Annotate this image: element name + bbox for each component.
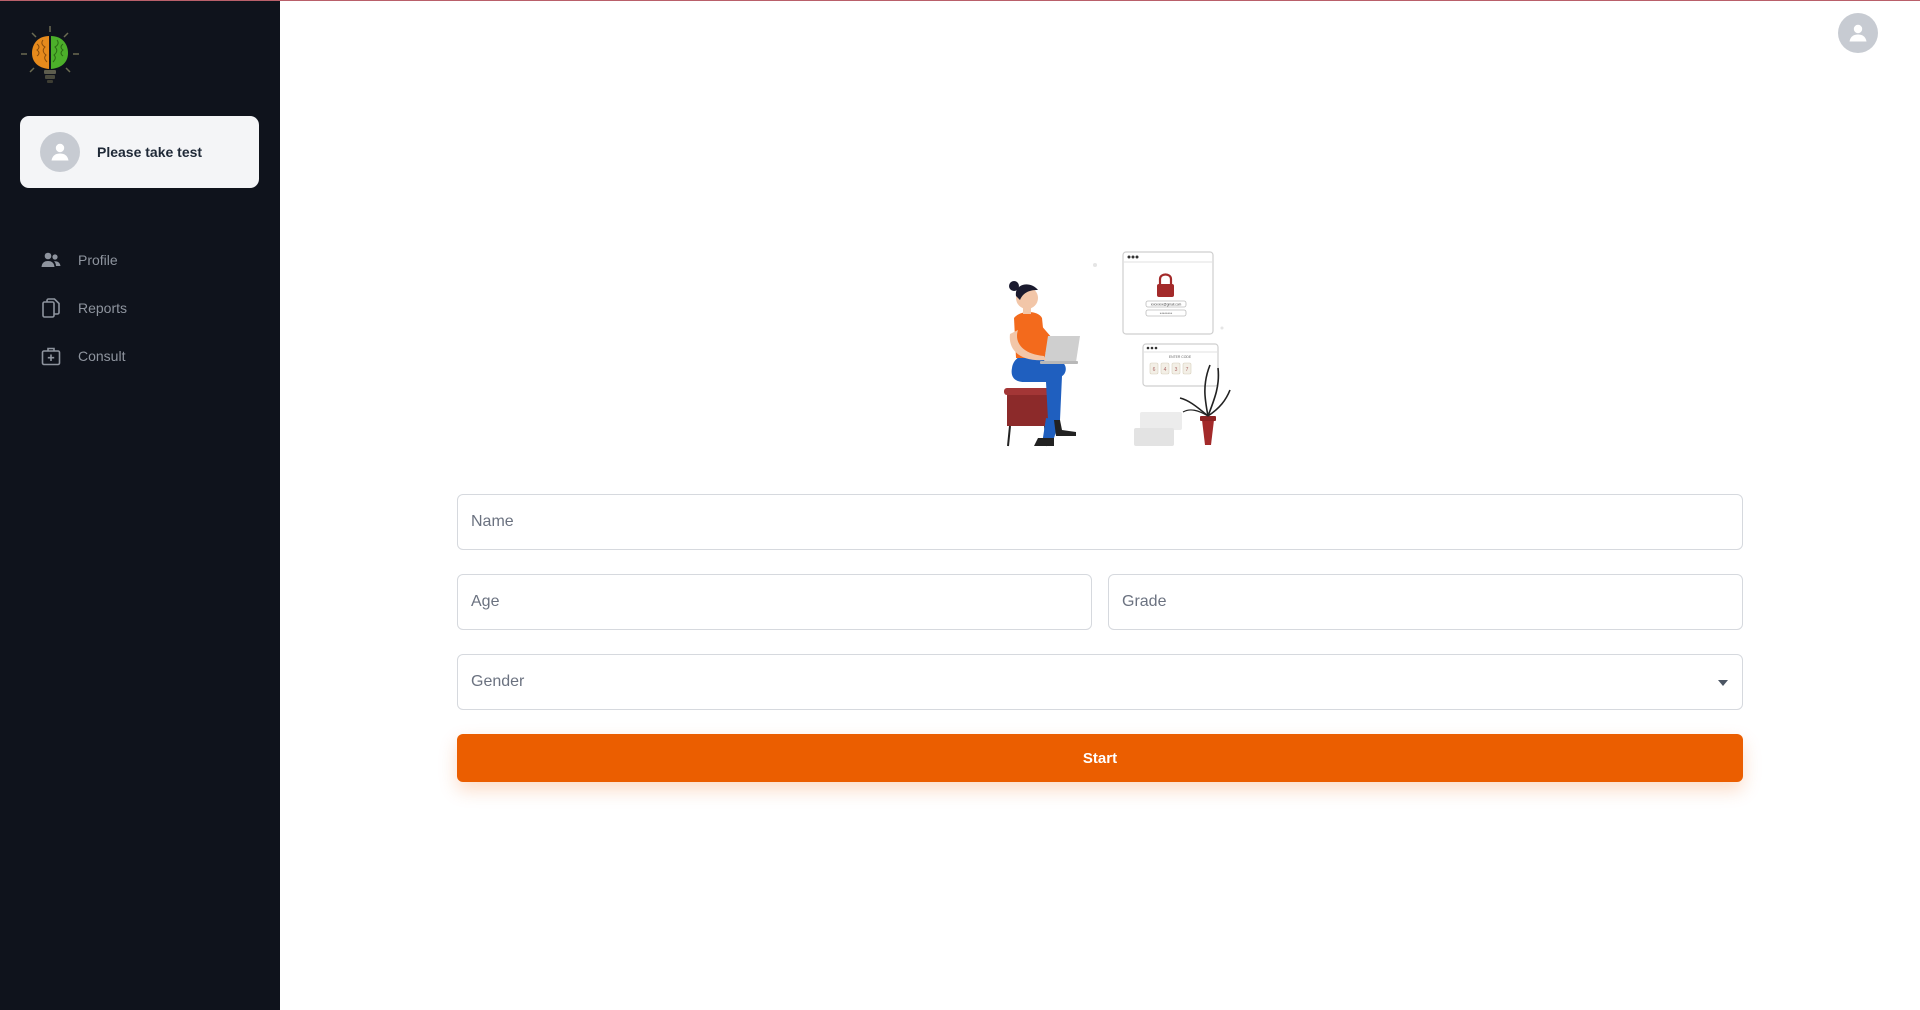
gender-select[interactable]: Gender (457, 654, 1743, 710)
illustration-code-digit: 6 (1153, 367, 1156, 373)
name-field[interactable] (457, 494, 1743, 550)
main-content: xxxxxxxx@gmail.com ******** ENTER CODE 6… (280, 0, 1920, 1010)
account-avatar-button[interactable] (1838, 13, 1878, 53)
sidebar-item-consult[interactable]: Consult (40, 332, 127, 380)
sidebar-item-label: Reports (78, 300, 128, 316)
user-avatar-icon (40, 132, 80, 172)
start-button[interactable]: Start (457, 734, 1743, 782)
caret-down-icon (1718, 680, 1728, 686)
age-field[interactable] (457, 574, 1092, 630)
user-status-card[interactable]: Please take test (20, 116, 259, 188)
gender-select-value: Gender (471, 673, 525, 690)
illustration-code-digit: 3 (1175, 367, 1178, 373)
documents-icon (40, 297, 62, 319)
sidebar: Please take test Profile Reports Consult (0, 0, 280, 1010)
login-illustration: xxxxxxxx@gmail.com ******** ENTER CODE 6… (990, 240, 1240, 450)
illustration-email-text: xxxxxxxx@gmail.com (1151, 303, 1182, 307)
grade-input[interactable] (1122, 593, 1742, 611)
user-avatar-icon (1849, 24, 1867, 42)
age-input[interactable] (471, 593, 1091, 611)
illustration-code-title: ENTER CODE (1169, 355, 1192, 359)
top-border-line (0, 0, 1920, 1)
grade-field[interactable] (1108, 574, 1743, 630)
medical-kit-icon (40, 345, 62, 367)
sidebar-item-reports[interactable]: Reports (40, 284, 127, 332)
illustration-code-digit: 7 (1186, 367, 1189, 373)
name-input[interactable] (471, 513, 1742, 531)
brain-bulb-logo[interactable] (18, 24, 82, 86)
sidebar-item-profile[interactable]: Profile (40, 236, 127, 284)
svg-text:********: ******** (1160, 311, 1173, 316)
user-status-label: Please take test (97, 144, 203, 160)
sidebar-item-label: Consult (78, 348, 126, 364)
sidebar-nav: Profile Reports Consult (40, 236, 127, 380)
users-icon (40, 249, 62, 271)
sidebar-item-label: Profile (78, 252, 118, 268)
app-root: Please take test Profile Reports Consult (0, 0, 1920, 1010)
illustration-code-digit: 4 (1164, 367, 1167, 373)
